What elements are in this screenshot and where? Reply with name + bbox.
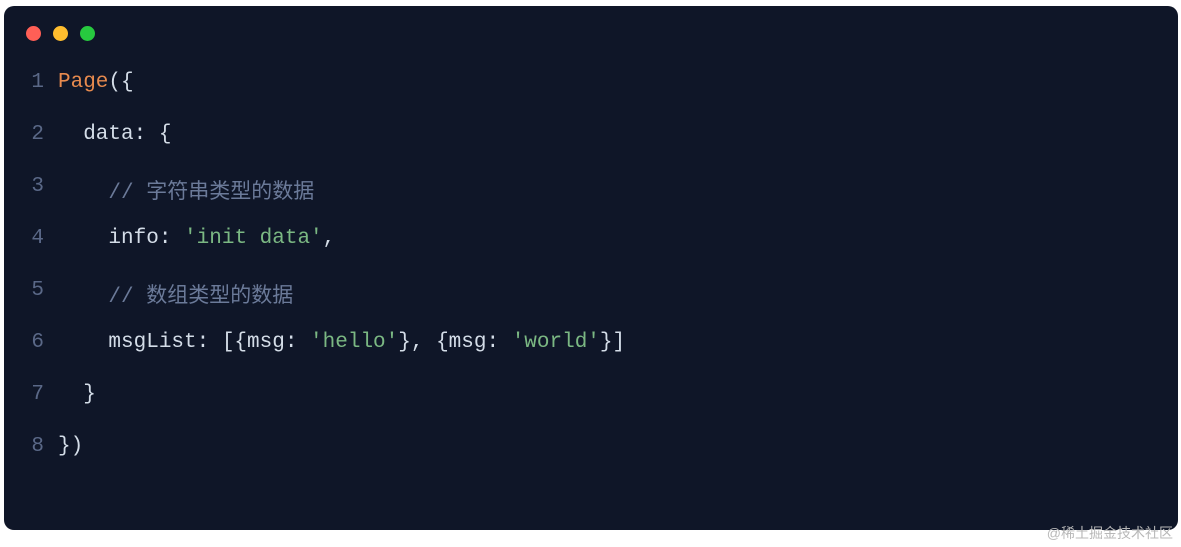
code-line: 6 msgList: [{msg: 'hello'}, {msg: 'world… — [22, 331, 1178, 383]
code-content: data: { — [58, 123, 171, 146]
code-body: 1 Page({ 2 data: { 3 // 字符串类型的数据 4 info:… — [4, 51, 1178, 487]
code-line: 8 }) — [22, 435, 1178, 487]
token-punct: }] — [600, 331, 625, 354]
code-content: Page({ — [58, 71, 134, 94]
line-number: 2 — [22, 123, 58, 146]
token-text: msgList: [{msg: — [58, 331, 310, 354]
token-comment: // 字符串类型的数据 — [108, 182, 314, 205]
minimize-icon[interactable] — [53, 26, 68, 41]
token-string: 'world' — [512, 331, 600, 354]
token-indent — [58, 182, 108, 205]
line-number: 4 — [22, 227, 58, 250]
code-line: 2 data: { — [22, 123, 1178, 175]
code-line: 3 // 字符串类型的数据 — [22, 175, 1178, 227]
code-content: } — [58, 383, 96, 406]
token-text: info: — [58, 227, 184, 250]
token-string: 'hello' — [310, 331, 398, 354]
code-line: 4 info: 'init data', — [22, 227, 1178, 279]
code-content: // 数组类型的数据 — [58, 279, 293, 309]
watermark-text: @稀土掘金技术社区 — [1047, 523, 1173, 543]
code-line: 1 Page({ — [22, 71, 1178, 123]
token-string: 'init data' — [184, 227, 323, 250]
window-titlebar — [4, 6, 1178, 51]
token-punct: , — [323, 227, 336, 250]
token-text: }, {msg: — [398, 331, 511, 354]
code-line: 5 // 数组类型的数据 — [22, 279, 1178, 331]
code-content: info: 'init data', — [58, 227, 335, 250]
token-indent — [58, 286, 108, 309]
maximize-icon[interactable] — [80, 26, 95, 41]
line-number: 5 — [22, 279, 58, 302]
code-line: 7 } — [22, 383, 1178, 435]
close-icon[interactable] — [26, 26, 41, 41]
token-comment: // 数组类型的数据 — [108, 286, 293, 309]
token-function: Page — [58, 71, 108, 94]
code-content: msgList: [{msg: 'hello'}, {msg: 'world'}… — [58, 331, 625, 354]
line-number: 6 — [22, 331, 58, 354]
code-content: // 字符串类型的数据 — [58, 175, 314, 205]
code-editor-window: 1 Page({ 2 data: { 3 // 字符串类型的数据 4 info:… — [4, 6, 1178, 530]
token-punct: ({ — [108, 71, 133, 94]
code-content: }) — [58, 435, 83, 458]
line-number: 1 — [22, 71, 58, 94]
line-number: 3 — [22, 175, 58, 198]
line-number: 7 — [22, 383, 58, 406]
line-number: 8 — [22, 435, 58, 458]
